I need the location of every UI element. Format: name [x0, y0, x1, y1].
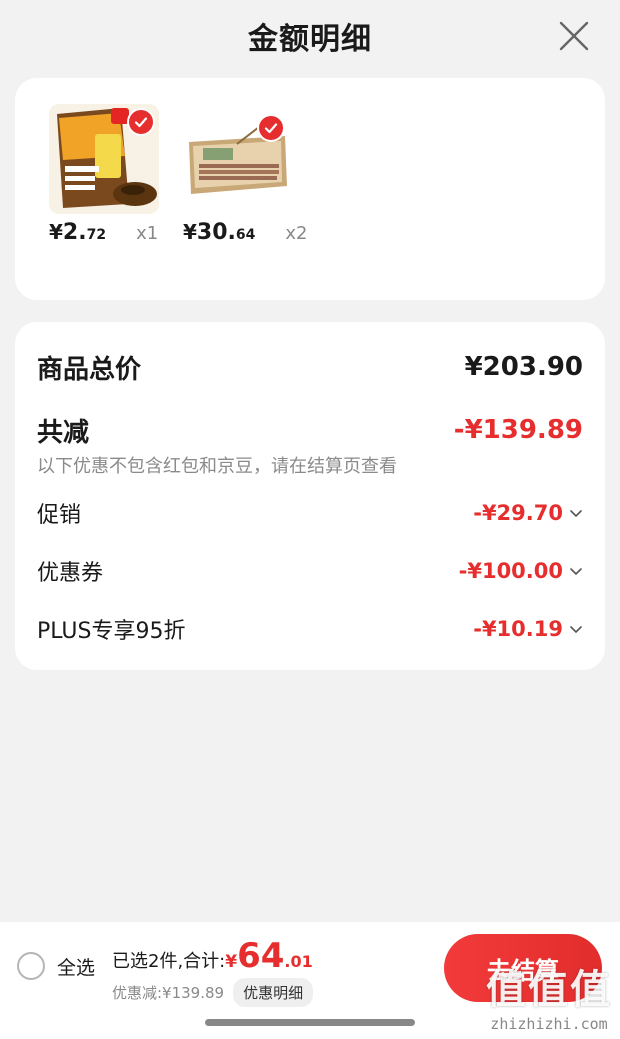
price-symbol: ¥ — [183, 220, 197, 244]
total-price-value: ¥203.90 — [464, 352, 583, 382]
chevron-down-icon — [570, 568, 582, 576]
close-icon — [559, 21, 589, 51]
product-item[interactable] — [49, 104, 179, 214]
discount-detail-button[interactable]: 优惠明细 — [233, 978, 314, 1007]
home-indicator[interactable] — [205, 1019, 415, 1026]
total-price-row: 商品总价 ¥203.90 — [37, 346, 583, 388]
total-summary: 已选2件,合计: ¥ 64 .01 — [112, 936, 313, 976]
promotion-value: -¥29.70 — [473, 501, 583, 525]
promotion-label: 促销 — [37, 503, 82, 528]
total-reduction-row: 共减 -¥139.89 — [37, 408, 583, 452]
selected-check-icon[interactable] — [127, 108, 155, 136]
modal-header: 金额明细 — [0, 0, 620, 72]
selected-check-icon[interactable] — [257, 114, 285, 142]
promotion-amount: -¥29.70 — [473, 501, 563, 525]
price-decimal: 64 — [235, 227, 256, 243]
price-integer: 30. — [196, 220, 236, 245]
sum-currency: ¥ — [225, 952, 238, 972]
select-all-label: 全选 — [57, 956, 96, 979]
radio-icon[interactable] — [17, 952, 45, 980]
discount-summary: 优惠减:¥139.89 优惠明细 — [112, 978, 314, 1007]
total-price-label: 商品总价 — [37, 354, 142, 385]
coupon-value: -¥100.00 — [459, 559, 583, 583]
product-quantity: x2 — [285, 223, 308, 244]
chevron-down-icon — [570, 510, 582, 518]
coupon-amount: -¥100.00 — [458, 559, 563, 583]
coupon-row[interactable]: 优惠券 -¥100.00 — [37, 542, 583, 600]
seasoning-pouch-image — [49, 104, 159, 214]
sum-decimal: .01 — [284, 952, 313, 971]
coupon-label: 优惠券 — [37, 561, 104, 586]
plus-discount-value: -¥10.19 — [473, 617, 583, 641]
plus-discount-row[interactable]: PLUS专享95折 -¥10.19 — [37, 600, 583, 658]
product-quantity: x1 — [136, 223, 159, 244]
sausage-box-image — [183, 104, 293, 214]
promotion-row[interactable]: 促销 -¥29.70 — [37, 484, 583, 542]
plus-discount-amount: -¥10.19 — [473, 617, 563, 641]
product-price-row: ¥ 2. 72 x1 — [49, 220, 158, 245]
select-all-toggle[interactable]: 全选 — [17, 952, 95, 980]
discount-amount-text: 优惠减:¥139.89 — [112, 984, 225, 1002]
product-price-row: ¥ 30. 64 x2 — [183, 220, 308, 245]
total-reduction-label: 共减 — [37, 417, 90, 448]
price-symbol: ¥ — [49, 220, 63, 244]
chevron-down-icon — [570, 626, 582, 634]
price-integer: 2. — [62, 220, 87, 245]
discount-note: 以下优惠不包含红包和京豆，请在结算页查看 — [37, 456, 397, 477]
price-decimal: 72 — [86, 227, 107, 243]
amount-summary-card: 商品总价 ¥203.90 共减 -¥139.89 以下优惠不包含红包和京豆，请在… — [15, 322, 605, 670]
selected-count-label: 已选2件,合计: — [112, 951, 226, 972]
sum-integer: 64 — [237, 936, 285, 976]
plus-discount-label: PLUS专享95折 — [37, 619, 186, 644]
products-card: ¥ 2. 72 x1 ¥ 30. 64 x2 — [15, 78, 605, 300]
close-button[interactable] — [554, 16, 594, 56]
page-title: 金额明细 — [248, 22, 372, 57]
checkout-button[interactable]: 去结算 — [444, 934, 602, 1002]
total-reduction-value: -¥139.89 — [453, 415, 583, 445]
product-item[interactable] — [183, 104, 313, 214]
